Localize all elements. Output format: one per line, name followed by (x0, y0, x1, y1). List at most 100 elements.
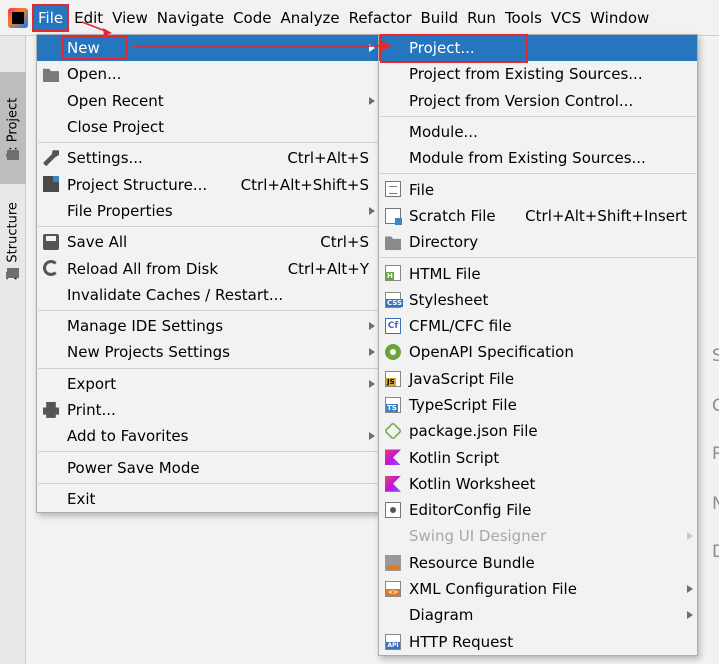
menu-edit[interactable]: Edit (70, 4, 107, 32)
project-folder-icon (7, 150, 19, 160)
menu-item-label: HTTP Request (409, 632, 514, 651)
submenu-arrow-icon (369, 379, 375, 388)
menu-item-javascript-file[interactable]: JS JavaScript File (379, 366, 697, 392)
menu-item-save-all[interactable]: Save All Ctrl+S (37, 229, 379, 255)
menu-item-reload[interactable]: Reload All from Disk Ctrl+Alt+Y (37, 255, 379, 281)
editor-letter: D (712, 542, 719, 562)
menu-item-typescript-file[interactable]: TS TypeScript File (379, 392, 697, 418)
new-submenu: Project... Project from Existing Sources… (378, 34, 698, 656)
submenu-arrow-icon (369, 322, 375, 331)
menu-item-label: EditorConfig File (409, 501, 532, 520)
menu-item-file[interactable]: File (379, 176, 697, 202)
menu-item-label: JavaScript File (409, 369, 515, 388)
menu-item-print[interactable]: Print... (37, 397, 379, 423)
menu-analyze[interactable]: Analyze (276, 4, 343, 32)
menu-item-package-json[interactable]: package.json File (379, 418, 697, 444)
menu-separator (380, 257, 696, 259)
menu-item-label: Settings... (67, 149, 143, 168)
menu-item-directory[interactable]: Directory (379, 229, 697, 255)
menu-item-openapi-spec[interactable]: OpenAPI Specification (379, 339, 697, 365)
menu-item-project-from-existing[interactable]: Project from Existing Sources... (379, 61, 697, 87)
menu-item-add-to-favorites[interactable]: Add to Favorites (37, 423, 379, 449)
menu-separator (380, 173, 696, 175)
icon-badge: TS (386, 403, 398, 412)
menu-item-label: Close Project (67, 118, 164, 137)
icon-badge: CSS (386, 298, 404, 307)
menu-item-cfml-file[interactable]: Cf CFML/CFC file (379, 313, 697, 339)
menu-item-stylesheet[interactable]: CSS Stylesheet (379, 287, 697, 313)
menu-item-diagram[interactable]: Diagram (379, 602, 697, 628)
menu-item-export[interactable]: Export (37, 371, 379, 397)
resource-bundle-icon (385, 554, 401, 571)
menu-separator (38, 142, 378, 144)
shortcut-label: Ctrl+Alt+S (287, 149, 369, 168)
menu-item-open-recent[interactable]: Open Recent (37, 88, 379, 114)
menu-item-label: Kotlin Script (409, 448, 500, 467)
menu-item-module-from-existing[interactable]: Module from Existing Sources... (379, 145, 697, 171)
menu-item-invalidate-caches[interactable]: Invalidate Caches / Restart... (37, 282, 379, 308)
menu-item-kotlin-worksheet[interactable]: Kotlin Worksheet (379, 471, 697, 497)
menu-item-label: Export (67, 374, 117, 393)
menu-navigate[interactable]: Navigate (153, 4, 228, 32)
menu-item-label: Save All (67, 233, 128, 252)
tab-structure[interactable]: Z: Structure (0, 186, 26, 296)
printer-icon (43, 401, 59, 418)
menu-run[interactable]: Run (463, 4, 500, 32)
submenu-arrow-icon (369, 44, 375, 53)
menu-item-resource-bundle[interactable]: Resource Bundle (379, 550, 697, 576)
menu-tools[interactable]: Tools (501, 4, 546, 32)
menu-item-label: Module... (409, 123, 478, 142)
project-structure-icon (43, 176, 59, 193)
menu-refactor[interactable]: Refactor (345, 4, 416, 32)
typescript-file-icon: TS (385, 396, 401, 413)
menu-item-file-properties[interactable]: File Properties (37, 198, 379, 224)
menu-item-label: Project from Existing Sources... (409, 65, 643, 84)
editor-letter: N (712, 494, 719, 514)
menu-item-close-project[interactable]: Close Project (37, 114, 379, 140)
menu-item-label: Project... (409, 39, 475, 58)
menu-item-http-request[interactable]: API HTTP Request (379, 629, 697, 655)
menu-item-settings[interactable]: Settings... Ctrl+Alt+S (37, 145, 379, 171)
menu-item-manage-ide-settings[interactable]: Manage IDE Settings (37, 313, 379, 339)
menu-item-label: Exit (67, 489, 96, 508)
menu-item-editorconfig-file[interactable]: EditorConfig File (379, 497, 697, 523)
menu-build[interactable]: Build (417, 4, 463, 32)
javascript-file-icon: JS (385, 370, 401, 387)
menu-item-label: Reload All from Disk (67, 259, 219, 278)
html-file-icon: H (385, 265, 401, 282)
menu-item-label: File Properties (67, 201, 173, 220)
openapi-icon (385, 344, 401, 361)
menu-item-new[interactable]: New (37, 35, 379, 62)
menu-item-xml-configuration[interactable]: <> XML Configuration File (379, 576, 697, 602)
menu-view[interactable]: View (108, 4, 152, 32)
menu-window[interactable]: Window (586, 4, 653, 32)
menu-separator (38, 226, 378, 228)
menu-item-open[interactable]: Open... (37, 61, 379, 87)
menu-item-new-project[interactable]: Project... (379, 35, 697, 62)
menu-item-project-structure[interactable]: Project Structure... Ctrl+Alt+Shift+S (37, 171, 379, 197)
menu-item-html-file[interactable]: H HTML File (379, 260, 697, 286)
menu-item-kotlin-script[interactable]: Kotlin Script (379, 444, 697, 470)
menu-separator (38, 367, 378, 369)
tab-project[interactable]: 1: Project (0, 72, 26, 184)
menu-item-label: Resource Bundle (409, 553, 535, 572)
wrench-icon (43, 150, 59, 167)
menu-item-exit[interactable]: Exit (37, 486, 379, 512)
menu-item-scratch-file[interactable]: Scratch File Ctrl+Alt+Shift+Insert (379, 203, 697, 229)
menu-item-label: package.json File (409, 422, 538, 441)
submenu-arrow-icon (369, 206, 375, 215)
menu-item-module[interactable]: Module... (379, 119, 697, 145)
menu-vcs[interactable]: VCS (547, 4, 585, 32)
menu-item-power-save-mode[interactable]: Power Save Mode (37, 454, 379, 480)
menu-item-label: Kotlin Worksheet (409, 474, 536, 493)
submenu-arrow-icon (687, 585, 693, 594)
menu-item-label: New (67, 39, 100, 58)
menu-code[interactable]: Code (229, 4, 275, 32)
menu-item-label: Swing UI Designer (409, 527, 547, 546)
menu-item-project-from-vcs[interactable]: Project from Version Control... (379, 88, 697, 114)
reload-icon (43, 260, 59, 277)
menu-item-label: Stylesheet (409, 290, 489, 309)
menu-file[interactable]: File (32, 3, 70, 32)
menu-item-label: Project Structure... (67, 175, 208, 194)
menu-item-new-projects-settings[interactable]: New Projects Settings (37, 339, 379, 365)
